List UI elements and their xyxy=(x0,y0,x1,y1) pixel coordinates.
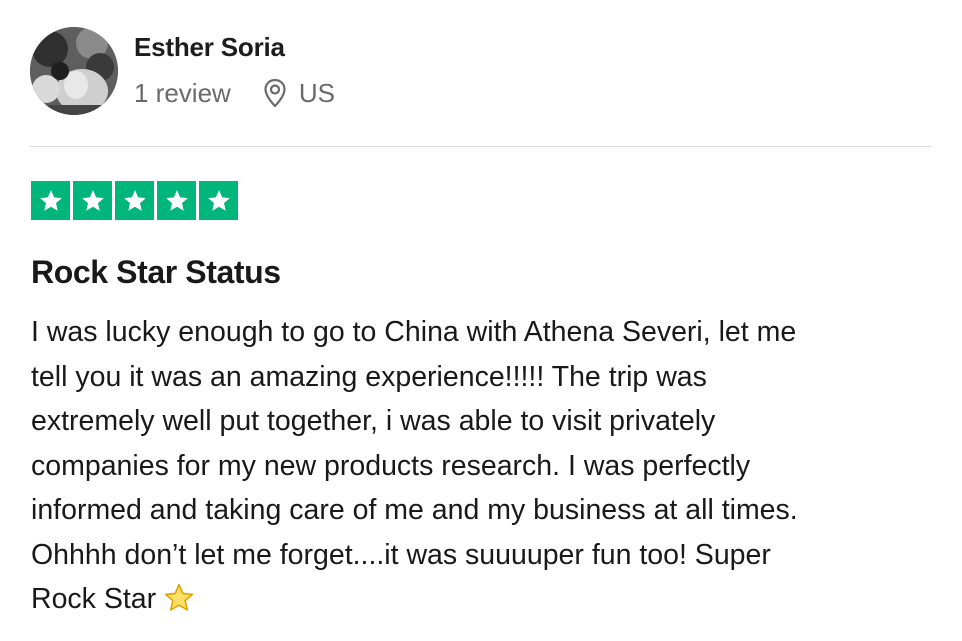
review-body-line: companies for my new products research. … xyxy=(31,449,751,482)
reviewer-location: US xyxy=(298,77,335,108)
review-body-line: Ohhhh don’t let me forget....it was suuu… xyxy=(31,538,771,571)
star-icon xyxy=(31,181,70,220)
review-body-line: I was lucky enough to go to China with A… xyxy=(31,316,797,348)
star-emoji-icon xyxy=(162,582,196,614)
star-icon xyxy=(199,181,238,220)
review-card: Esther Soria 1 review US Rock Star Statu… xyxy=(0,0,962,641)
review-body-line: informed and taking care of me and my bu… xyxy=(31,494,798,526)
reviewer-meta: 1 review US xyxy=(134,76,335,110)
review-title[interactable]: Rock Star Status xyxy=(31,254,281,291)
review-count: 1 review xyxy=(134,77,231,108)
location-pin-icon xyxy=(263,78,287,108)
review-body-line: extremely well put together, i was able … xyxy=(31,405,716,437)
reviewer-name[interactable]: Esther Soria xyxy=(134,32,285,63)
star-rating xyxy=(31,181,238,220)
star-icon xyxy=(73,181,112,220)
star-icon xyxy=(115,181,154,220)
review-body: I was lucky enough to go to China with A… xyxy=(31,310,931,622)
review-body-last-line: Rock Star xyxy=(31,577,931,622)
review-body-line-text: Rock Star xyxy=(31,583,157,615)
divider xyxy=(30,146,932,147)
star-icon xyxy=(157,181,196,220)
review-body-line: tell you it was an amazing experience!!!… xyxy=(31,360,707,393)
avatar[interactable] xyxy=(30,27,118,115)
